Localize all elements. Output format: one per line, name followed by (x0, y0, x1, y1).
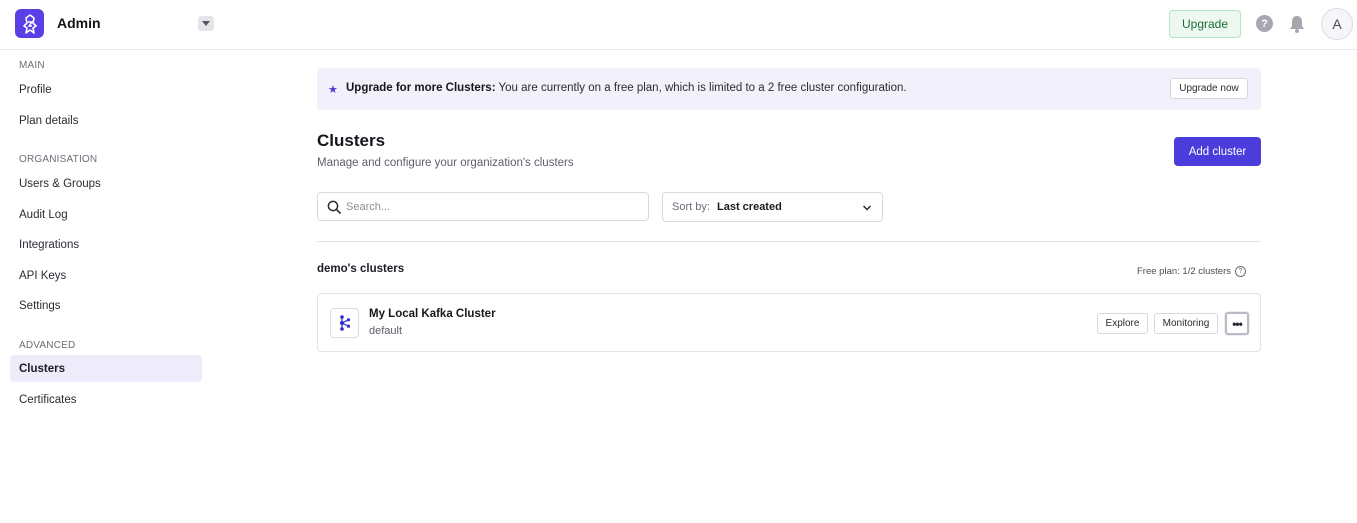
search-icon (327, 200, 341, 214)
cluster-environment: default (369, 325, 403, 337)
group-title: demo's clusters (317, 263, 405, 275)
search-input[interactable] (346, 199, 636, 215)
chevron-down-icon (862, 205, 872, 211)
cluster-card[interactable]: My Local Kafka Cluster default Explore M… (317, 293, 1261, 352)
sort-label: Sort by: (672, 201, 710, 213)
sort-select[interactable]: Sort by: Last created (662, 192, 883, 222)
banner-text: Upgrade for more Clusters: You are curre… (346, 82, 907, 94)
sidebar-item-plan-details[interactable]: Plan details (10, 107, 202, 134)
plan-info: Free plan: 1/2 clusters ? (1137, 266, 1246, 277)
info-icon[interactable]: ? (1235, 266, 1246, 277)
search-box[interactable] (317, 192, 649, 221)
sidebar-item-integrations[interactable]: Integrations (10, 231, 202, 258)
monitoring-button[interactable]: Monitoring (1154, 313, 1218, 334)
explore-button[interactable]: Explore (1097, 313, 1148, 334)
upgrade-button[interactable]: Upgrade (1169, 10, 1241, 38)
kafka-icon (330, 308, 359, 338)
sort-value: Last created (717, 201, 782, 213)
sidebar-item-settings[interactable]: Settings (10, 292, 202, 319)
bell-icon[interactable] (1289, 15, 1305, 33)
top-bar: Admin Upgrade ? A (0, 0, 1357, 50)
app-title: Admin (57, 15, 101, 31)
section-label-advanced: ADVANCED (19, 340, 76, 351)
app-logo-icon[interactable] (15, 9, 44, 38)
user-avatar[interactable]: A (1321, 8, 1353, 40)
upgrade-now-button[interactable]: Upgrade now (1170, 78, 1248, 99)
help-icon[interactable]: ? (1256, 15, 1273, 32)
banner-title: Upgrade for more Clusters: (346, 82, 496, 94)
more-options-icon[interactable]: ••• (1225, 312, 1249, 335)
sidebar-item-certificates[interactable]: Certificates (10, 386, 202, 413)
banner-message: You are currently on a free plan, which … (498, 82, 907, 94)
sidebar-item-users-groups[interactable]: Users & Groups (10, 170, 202, 197)
sidebar-item-profile[interactable]: Profile (10, 76, 202, 103)
chevron-down-icon[interactable] (198, 16, 214, 31)
cluster-name[interactable]: My Local Kafka Cluster (369, 308, 496, 320)
upgrade-banner: ★ Upgrade for more Clusters: You are cur… (317, 68, 1261, 110)
page-subtitle: Manage and configure your organization's… (317, 157, 574, 169)
sidebar-item-clusters[interactable]: Clusters (10, 355, 202, 382)
star-icon: ★ (328, 84, 338, 96)
sidebar-item-audit-log[interactable]: Audit Log (10, 201, 202, 228)
page-title: Clusters (317, 131, 386, 150)
section-label-organisation: ORGANISATION (19, 154, 98, 165)
section-label-main: MAIN (19, 60, 45, 71)
sidebar: MAIN Profile Plan details ORGANISATION U… (0, 51, 212, 523)
plan-info-text: Free plan: 1/2 clusters (1137, 266, 1231, 277)
add-cluster-button[interactable]: Add cluster (1174, 137, 1261, 166)
divider (317, 241, 1261, 242)
sidebar-item-api-keys[interactable]: API Keys (10, 262, 202, 289)
